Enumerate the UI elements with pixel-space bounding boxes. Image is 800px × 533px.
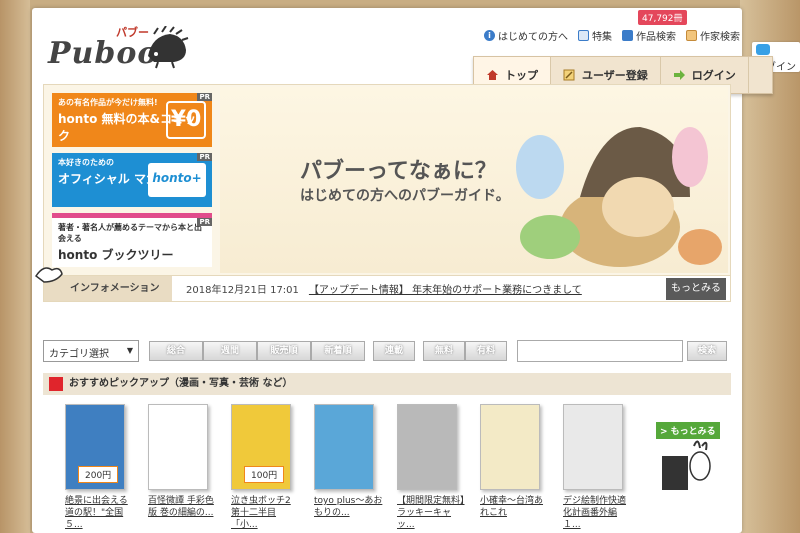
book-cover[interactable] — [397, 404, 457, 490]
pr-label: PR — [197, 153, 212, 161]
filter-series-button[interactable]: 連載 — [373, 341, 415, 361]
filter-paid-button[interactable]: 有料 — [465, 341, 507, 361]
hedgehog-icon — [148, 26, 189, 69]
book-title[interactable]: toyo plus〜あおもりの... — [314, 495, 384, 519]
information-date: 2018年12月21日 17:01 — [186, 285, 299, 296]
header-links: i はじめての方へ 特集 作品検索 作家検索 — [484, 28, 740, 43]
book-title[interactable]: 小確幸〜台湾あれこれ — [480, 495, 550, 519]
yen-zero-badge: ¥0 — [166, 101, 206, 139]
feature-link-label: 特集 — [592, 32, 612, 43]
twitter-icon — [756, 44, 770, 55]
more-books-link[interactable]: > もっとみる — [650, 422, 724, 492]
pr-label: PR — [197, 218, 212, 226]
banner-title: honto ブックツリー — [58, 248, 174, 262]
pr-label: PR — [197, 93, 212, 101]
book-title[interactable]: 百怪微譚 手彩色版 巻の細編の... — [148, 495, 218, 519]
book-title[interactable]: 【期間限定無料】ラッキーキャッ... — [397, 495, 467, 531]
honto-free-banner[interactable]: PR あの有名作品が今だけ無料! honto 無料の本&コミック ¥0 — [52, 93, 212, 147]
feature-link[interactable]: 特集 — [578, 28, 612, 43]
book-title[interactable]: 泣き虫ボッチ2 第十二半目「小... — [231, 495, 301, 531]
background-frame-left — [0, 0, 30, 533]
book-item[interactable]: 200円 絶景に出会える道の駅！"全国５... — [65, 404, 129, 531]
bird-icon — [34, 267, 63, 283]
information-bar: インフォメーション 2018年12月21日 17:01 【アップデート情報】 年… — [44, 275, 730, 301]
arrow-right-icon — [673, 70, 685, 80]
book-cover[interactable]: 100円 — [231, 404, 291, 490]
recommend-heading-text: おすすめピックアップ（漫画・写真・芸術 など） — [69, 378, 293, 389]
book-price: 100円 — [244, 466, 285, 483]
book-icon — [578, 30, 589, 41]
book-title[interactable]: デジ絵制作快適化計画番外編１... — [563, 495, 633, 531]
information-more-button[interactable]: もっとみる — [666, 278, 726, 300]
book-item[interactable]: 小確幸〜台湾あれこれ — [480, 404, 544, 519]
face-icon — [686, 30, 697, 41]
filter-overall-button[interactable]: 総合 — [149, 341, 203, 361]
honto-booktree-banner[interactable]: PR 著者・著名人が薦めるテーマから本と出会える honto ブックツリー — [52, 213, 212, 267]
book-item[interactable]: デジ絵制作快適化計画番外編１... — [563, 404, 627, 531]
work-count-badge: 47,792冊 — [638, 10, 687, 25]
honto-plus-logo: honto+ — [148, 163, 206, 197]
filter-row: カテゴリ選択 総合 週間 販売順 新着順 連載 無料 有料 検索 — [43, 340, 731, 364]
banner-area: PR あの有名作品が今だけ無料! honto 無料の本&コミック ¥0 PR 本… — [43, 84, 731, 302]
book-cover[interactable] — [563, 404, 623, 490]
filter-free-button[interactable]: 無料 — [423, 341, 465, 361]
search-input[interactable] — [517, 340, 683, 362]
book-cover[interactable] — [480, 404, 540, 490]
recommend-heading: おすすめピックアップ（漫画・写真・芸術 など） — [43, 373, 731, 395]
document-icon — [622, 30, 633, 41]
logo-text: Puboo — [48, 36, 159, 71]
first-time-link-label: はじめての方へ — [498, 32, 568, 43]
author-search-link-label: 作家検索 — [700, 32, 740, 43]
category-select[interactable]: カテゴリ選択 — [43, 340, 139, 362]
book-cover[interactable] — [314, 404, 374, 490]
site-logo[interactable]: Puboo パブー — [48, 24, 189, 72]
author-search-link[interactable]: 作家検索 — [686, 28, 740, 43]
filter-weekly-button[interactable]: 週間 — [203, 341, 257, 361]
home-icon — [487, 70, 498, 80]
nav-login-label: ログイン — [691, 69, 736, 82]
work-search-link[interactable]: 作品検索 — [622, 28, 676, 43]
work-search-link-label: 作品検索 — [636, 32, 676, 43]
pencil-icon — [563, 69, 575, 81]
book-cover[interactable]: 200円 — [65, 404, 125, 490]
crown-icon — [49, 377, 63, 391]
book-cover[interactable] — [148, 404, 208, 490]
book-item[interactable]: 100円 泣き虫ボッチ2 第十二半目「小... — [231, 404, 295, 531]
nav-top-label: トップ — [505, 69, 538, 82]
hero-subtitle: はじめての方へのパブーガイド。 — [300, 188, 510, 204]
information-link[interactable]: 【アップデート情報】 年末年始のサポート業務につきまして — [309, 281, 582, 296]
banner-subtitle: 著者・著名人が薦めるテーマから本と出会える — [58, 223, 202, 243]
book-item[interactable]: 【期間限定無料】ラッキーキャッ... — [397, 404, 465, 531]
first-time-link[interactable]: i はじめての方へ — [484, 28, 568, 43]
book-price: 200円 — [78, 466, 119, 483]
info-icon: i — [484, 30, 495, 41]
recommend-books: 200円 絶景に出会える道の駅！"全国５... 百怪微譚 手彩色版 巻の細編の.… — [60, 404, 730, 531]
nav-register-label: ユーザー登録 — [582, 69, 648, 82]
hero-title: パブーってなぁに？ — [300, 159, 497, 184]
rabbit-book-icon — [662, 440, 711, 490]
book-title[interactable]: 絶景に出会える道の駅！"全国５... — [65, 495, 135, 531]
filter-new-button[interactable]: 新着順 — [311, 341, 365, 361]
honto-magazine-banner[interactable]: PR 本好きのための オフィシャル マガジン honto+ — [52, 153, 212, 207]
filter-sales-button[interactable]: 販売順 — [257, 341, 311, 361]
book-item[interactable]: toyo plus〜あおもりの... — [314, 404, 382, 519]
hero-guide-banner[interactable]: パブーってなぁに？ はじめての方へのパブーガイド。 — [220, 87, 728, 273]
search-button[interactable]: 検索 — [687, 341, 727, 361]
book-item[interactable]: 百怪微譚 手彩色版 巻の細編の... — [148, 404, 214, 519]
